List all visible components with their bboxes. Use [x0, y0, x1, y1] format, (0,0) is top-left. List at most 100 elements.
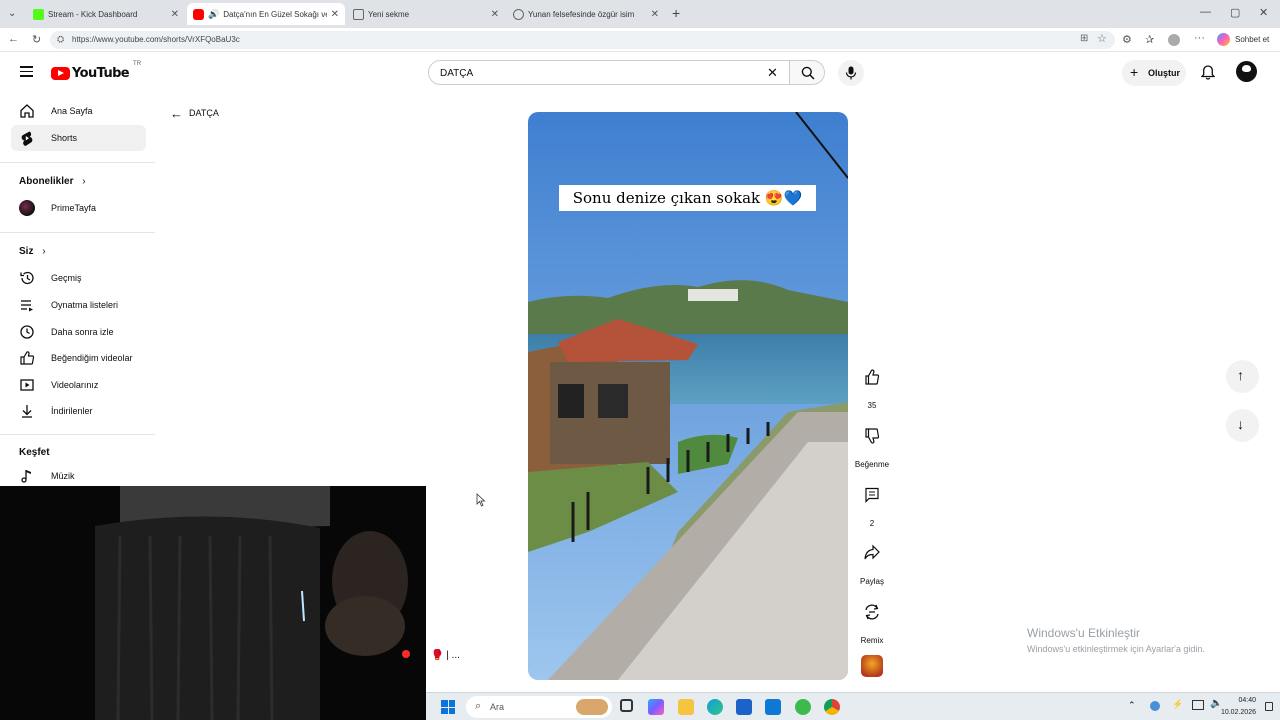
sound-thumbnail[interactable] — [861, 655, 883, 677]
copilot-app-icon[interactable] — [648, 699, 664, 715]
watermark-title: Windows'u Etkinleştir — [1027, 626, 1140, 640]
sidebar-item-shorts[interactable]: Shorts — [11, 125, 146, 151]
share-label: Paylaş — [859, 577, 884, 586]
notification-center-icon[interactable] — [1265, 702, 1273, 711]
browser-toolbar: ← ↻ ⛭ https://www.youtube.com/shorts/VrX… — [0, 28, 1280, 52]
create-button[interactable]: + Oluştur — [1122, 60, 1186, 86]
sidebar-item-watch-later[interactable]: Daha sonra izle — [11, 319, 146, 345]
file-explorer-icon[interactable] — [678, 699, 694, 715]
you-heading[interactable]: Siz › — [19, 246, 46, 257]
minimize-icon[interactable]: — — [1200, 6, 1211, 18]
sidebar-item-label: Beğendiğim videolar — [51, 353, 133, 363]
shorts-video-player[interactable]: Sonu denize çıkan sokak 😍💙 — [528, 112, 848, 680]
extensions-icon[interactable]: ⚙ — [1122, 33, 1132, 46]
taskbar-search-input[interactable]: ⌕ Ara — [466, 696, 612, 718]
sidebar-item-label: Videolarınız — [51, 380, 99, 390]
sidebar-item-home[interactable]: Ana Sayfa — [11, 98, 146, 124]
tab-new-tab[interactable]: Yeni sekme ✕ — [347, 3, 505, 25]
outlook-icon[interactable] — [765, 699, 781, 715]
tab-title: Yeni sekme — [368, 9, 410, 19]
url-text: https://www.youtube.com/shorts/VrXFQoBaU… — [72, 35, 240, 44]
new-tab-plus-icon[interactable]: + — [672, 5, 680, 21]
sidebar-item-liked-videos[interactable]: Beğendiğim videolar — [11, 345, 146, 371]
clear-search-icon[interactable]: ✕ — [767, 65, 778, 81]
channel-avatar — [19, 200, 35, 216]
close-icon[interactable]: ✕ — [491, 9, 499, 20]
stream-overlay-text: 🥊 | ... — [431, 650, 460, 661]
comments-button[interactable]: 2 — [852, 480, 892, 528]
tray-battery-icon[interactable]: ⚡ — [1172, 699, 1183, 710]
previous-short-button[interactable]: ↑ — [1226, 360, 1259, 393]
like-count: 35 — [867, 401, 877, 410]
search-icon: ⌕ — [475, 700, 482, 712]
edge-browser-icon[interactable] — [707, 699, 723, 715]
mouse-cursor-icon — [476, 493, 486, 507]
sidebar-item-history[interactable]: Geçmiş — [11, 265, 146, 291]
sidebar-item-your-videos[interactable]: Videolarınız — [11, 372, 146, 398]
region-code: TR — [133, 61, 142, 67]
home-icon — [20, 104, 34, 118]
browser-tab-strip: ⌄ Stream - Kick Dashboard ✕ 🔊 Datça'nın … — [0, 0, 1280, 28]
remix-button[interactable]: Remix — [852, 597, 892, 645]
notifications-bell-icon[interactable] — [1201, 65, 1215, 80]
like-icon — [20, 351, 35, 365]
tray-chevron-up-icon[interactable]: ⌃ — [1128, 700, 1136, 711]
dislike-button[interactable]: Beğenme — [852, 421, 892, 469]
webcam-overlay — [0, 486, 426, 720]
voice-search-button[interactable] — [838, 60, 864, 86]
webcam-feed — [0, 486, 426, 720]
clock-date: 10.02.2026 — [1220, 709, 1256, 716]
maximize-icon[interactable]: ▢ — [1230, 6, 1240, 19]
sidebar-divider — [0, 162, 155, 163]
tab-list-chevron-icon[interactable]: ⌄ — [8, 8, 16, 19]
sidebar-item-label: Müzik — [51, 471, 75, 481]
new-tab-icon — [353, 8, 364, 20]
account-avatar[interactable] — [1236, 61, 1257, 82]
sidebar-item-playlists[interactable]: Oynatma listeleri — [11, 292, 146, 318]
like-button[interactable]: 35 — [852, 362, 892, 410]
microsoft-store-icon[interactable] — [736, 699, 752, 715]
search-input[interactable]: DATÇA ✕ — [428, 60, 790, 85]
subscriptions-heading[interactable]: Abonelikler › — [19, 176, 86, 187]
sidebar-item-downloads[interactable]: İndirilenler — [11, 398, 146, 424]
app-green-icon[interactable] — [795, 699, 811, 715]
sidebar-divider — [0, 434, 155, 435]
youtube-logo[interactable]: YouTube TR — [51, 61, 142, 82]
share-button[interactable]: Paylaş — [852, 538, 892, 586]
close-icon[interactable]: ✕ — [651, 9, 659, 20]
install-app-icon[interactable]: ⊞ — [1080, 33, 1088, 44]
back-to-search-link[interactable]: ← DATÇA — [170, 106, 219, 121]
tray-app-icon[interactable] — [1150, 701, 1160, 711]
tab-greek-philosophy[interactable]: Yunan felsefesinde özgür isim ✕ — [507, 3, 665, 25]
task-view-icon[interactable] — [620, 699, 633, 712]
close-icon[interactable]: ✕ — [331, 9, 339, 20]
comment-icon — [865, 487, 879, 503]
taskbar-clock[interactable]: 04:40 10.02.2026 — [1221, 695, 1256, 719]
copilot-icon[interactable] — [1217, 33, 1230, 46]
profile-avatar[interactable] — [1168, 34, 1180, 46]
bookmark-star-icon[interactable]: ☆ — [1097, 32, 1107, 45]
next-short-button[interactable]: ↓ — [1226, 409, 1259, 442]
more-options-icon[interactable]: ··· — [1194, 32, 1205, 44]
window-close-icon[interactable]: ✕ — [1259, 6, 1268, 19]
tab-kick-dashboard[interactable]: Stream - Kick Dashboard ✕ — [27, 3, 185, 25]
sidebar-item-primetayfa[interactable]: PrimeTayfa — [11, 195, 146, 221]
network-icon[interactable] — [1192, 700, 1204, 710]
address-bar[interactable]: ⛭ https://www.youtube.com/shorts/VrXFQoB… — [50, 31, 1115, 49]
youtube-wordmark: YouTube — [72, 65, 130, 81]
tab-youtube-short[interactable]: 🔊 Datça'nın En Güzel Sokağı ve ✕ — [187, 3, 345, 25]
speaker-icon[interactable]: 🔊 — [208, 9, 219, 20]
menu-hamburger-icon[interactable] — [20, 66, 33, 77]
favorites-icon[interactable]: ✰ — [1145, 33, 1154, 46]
site-info-icon[interactable]: ⛭ — [57, 34, 64, 45]
chrome-icon[interactable] — [824, 699, 840, 715]
close-icon[interactable]: ✕ — [171, 9, 179, 20]
search-query: DATÇA — [440, 68, 474, 79]
windows-start-icon[interactable] — [441, 700, 455, 714]
tab-title: Datça'nın En Güzel Sokağı ve — [223, 9, 327, 19]
back-arrow-icon[interactable]: ← — [8, 33, 19, 45]
reload-icon[interactable]: ↻ — [32, 33, 41, 46]
copilot-chat-label[interactable]: Sohbet et — [1235, 35, 1269, 44]
tab-title: Stream - Kick Dashboard — [48, 9, 138, 19]
search-button[interactable] — [789, 60, 825, 85]
